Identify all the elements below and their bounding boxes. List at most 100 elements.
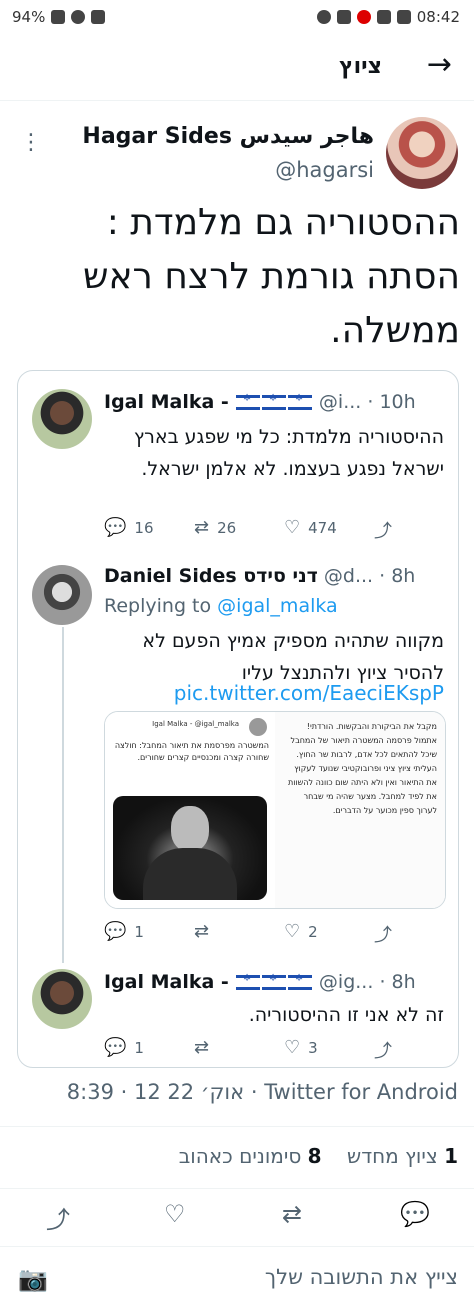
tweet-text: ההסטוריה גם מלמדת : הסתה גורמת לרצח ראש … (82, 202, 460, 351)
retweet-icon: ⇄ (194, 517, 210, 538)
wifi-icon (71, 10, 86, 24)
retweets-label[interactable]: ציוץ מחדש (347, 1144, 438, 1168)
media-right-panel: מקבל את הביקורת והבקשות. הורדתי! אתמול פ… (275, 712, 445, 908)
reply-button[interactable]: 💬 1 (104, 1037, 144, 1058)
israel-flag-icon (287, 973, 312, 990)
person-body (143, 848, 237, 900)
battery-icon (51, 10, 66, 24)
retweet-icon[interactable]: ⇄ (282, 1200, 302, 1228)
like-count: 2 (308, 922, 318, 941)
thread-line (62, 627, 64, 963)
share-icon: ⤴ (374, 1041, 392, 1062)
thread-text: מקווה שתהיה מספיק אמיץ הפעם לא להסיר ציו… (142, 630, 444, 684)
thread-item-header: Igal Malka - @ig... · 8h (104, 971, 416, 993)
retweet-icon: ⇄ (194, 1037, 210, 1058)
israel-flag-icon (287, 393, 312, 410)
thread-author-handle: @i... (318, 391, 362, 413)
camera-icon[interactable]: 📷 (18, 1265, 48, 1293)
retweet-icon: ⇄ (194, 921, 210, 942)
share-button[interactable]: ⤴ (374, 517, 392, 543)
retweets-count: 1 (444, 1144, 458, 1168)
media-left-name: Igal Malka - @igal_malka (152, 720, 239, 728)
share-icon: ⤴ (374, 925, 392, 946)
heart-icon: ♡ (284, 1037, 301, 1058)
heart-icon: ♡ (284, 517, 301, 538)
like-button[interactable]: ♡ 3 (284, 1037, 318, 1058)
media-right-text: מקבל את הביקורת והבקשות. הורדתי! אתמול פ… (287, 722, 437, 815)
person-image (171, 806, 209, 852)
retweet-count: 26 (217, 518, 237, 537)
like-count: 3 (308, 1038, 318, 1057)
retweet-button[interactable]: ⇄ (194, 1037, 209, 1058)
retweet-button[interactable]: ⇄ 26 (194, 517, 236, 538)
likes-label[interactable]: סימונים כאהוב (179, 1144, 302, 1168)
telegram-icon (396, 10, 411, 24)
thread-item-header: Igal Malka - @i... · 10h (104, 391, 416, 413)
replying-label: Replying to (104, 595, 212, 617)
avatar[interactable] (32, 389, 92, 449)
tweet-actions: 💬 16 ⇄ 26 ♡ 474 ⤴ (104, 517, 444, 543)
tweet-actions: 💬 1 ⇄ ♡ 2 ⤴ (104, 921, 444, 947)
like-count: 474 (308, 518, 337, 537)
share-button[interactable]: ⤴ (374, 921, 392, 947)
message-icon (376, 10, 391, 24)
share-icon: ⤴ (374, 521, 392, 542)
main-tweet-actions: ⤴ ♡ ⇄ 💬 (0, 1200, 474, 1236)
thread-text: זה לא אני זו ההיסטוריה. (248, 1004, 444, 1026)
dot-icon (316, 10, 331, 24)
tweet-stats: 1 ציוץ מחדש 8 סימונים כאהוב (179, 1144, 458, 1168)
thread-time: · 8h (379, 971, 416, 993)
avatar[interactable] (386, 117, 458, 189)
media-link[interactable]: pic.twitter.com/EaeciEKspP (174, 681, 444, 705)
avatar (249, 718, 267, 736)
reply-icon: 💬 (104, 921, 127, 942)
thread-time: · 8h (379, 565, 416, 587)
thread-text: ההיסטוריה מלמדת: כל מי שפגע בארץ ישראל נ… (133, 426, 444, 480)
tweet-actions: 💬 1 ⇄ ♡ 3 ⤴ (104, 1037, 444, 1063)
reply-count: 1 (134, 922, 144, 941)
heart-icon[interactable]: ♡ (164, 1200, 186, 1228)
clock: 08:42 (416, 8, 460, 26)
thread-author-handle: @d... (323, 565, 374, 587)
author-handle[interactable]: @hagarsi (275, 158, 374, 182)
reply-button[interactable]: 💬 16 (104, 517, 154, 538)
share-button[interactable]: ⤴ (374, 1037, 392, 1063)
retweet-button[interactable]: ⇄ (194, 921, 209, 942)
reply-icon[interactable]: 💬 (400, 1200, 430, 1228)
thread-author-handle: @ig... (318, 971, 374, 993)
israel-flag-icon (261, 973, 286, 990)
israel-flag-icon (235, 973, 260, 990)
avatar[interactable] (32, 969, 92, 1029)
tv-image (113, 796, 267, 900)
thread-item-header: Daniel Sides דני סידס @d... · 8h (104, 565, 415, 587)
author-name[interactable]: Hagar Sides هاجر سيدس (82, 124, 374, 149)
thread-author-name: Igal Malka - (104, 391, 229, 413)
mute-icon (91, 10, 106, 24)
divider (0, 1188, 474, 1189)
youtube-icon (336, 10, 351, 24)
thread-time: · 10h (367, 391, 416, 413)
arrow-right-icon[interactable]: → (427, 50, 452, 80)
share-icon[interactable]: ⤴ (46, 1200, 70, 1235)
reply-icon: 💬 (104, 1037, 127, 1058)
reply-count: 16 (134, 518, 154, 537)
media-left-panel: Igal Malka - @igal_malka המשטרה מפרסמת א… (105, 712, 276, 908)
reply-bar: 📷 צייץ את התשובה שלך (0, 1246, 474, 1311)
like-button[interactable]: ♡ 474 (284, 517, 337, 538)
more-options-icon[interactable]: ⋮ (20, 130, 42, 155)
reply-input[interactable]: צייץ את התשובה שלך (265, 1265, 458, 1289)
tweet-timestamp: 8:39 · 12 אוק׳ 22 · Twitter for Android (66, 1080, 458, 1104)
replying-to-link[interactable]: @igal_malka (217, 595, 338, 617)
replying-to: Replying to @igal_malka (104, 595, 338, 617)
likes-count: 8 (307, 1144, 322, 1168)
reply-icon: 💬 (104, 517, 127, 538)
quoted-thread[interactable]: Igal Malka - @i... · 10h ההיסטוריה מלמדת… (17, 370, 459, 1068)
page-title: ציוץ (339, 54, 382, 79)
top-bar: → ציוץ (0, 36, 474, 101)
israel-flag-icon (261, 393, 286, 410)
like-button[interactable]: ♡ 2 (284, 921, 318, 942)
attached-media[interactable]: Igal Malka - @igal_malka המשטרה מפרסמת א… (104, 711, 446, 909)
reply-button[interactable]: 💬 1 (104, 921, 144, 942)
heart-icon: ♡ (284, 921, 301, 942)
avatar[interactable] (32, 565, 92, 625)
